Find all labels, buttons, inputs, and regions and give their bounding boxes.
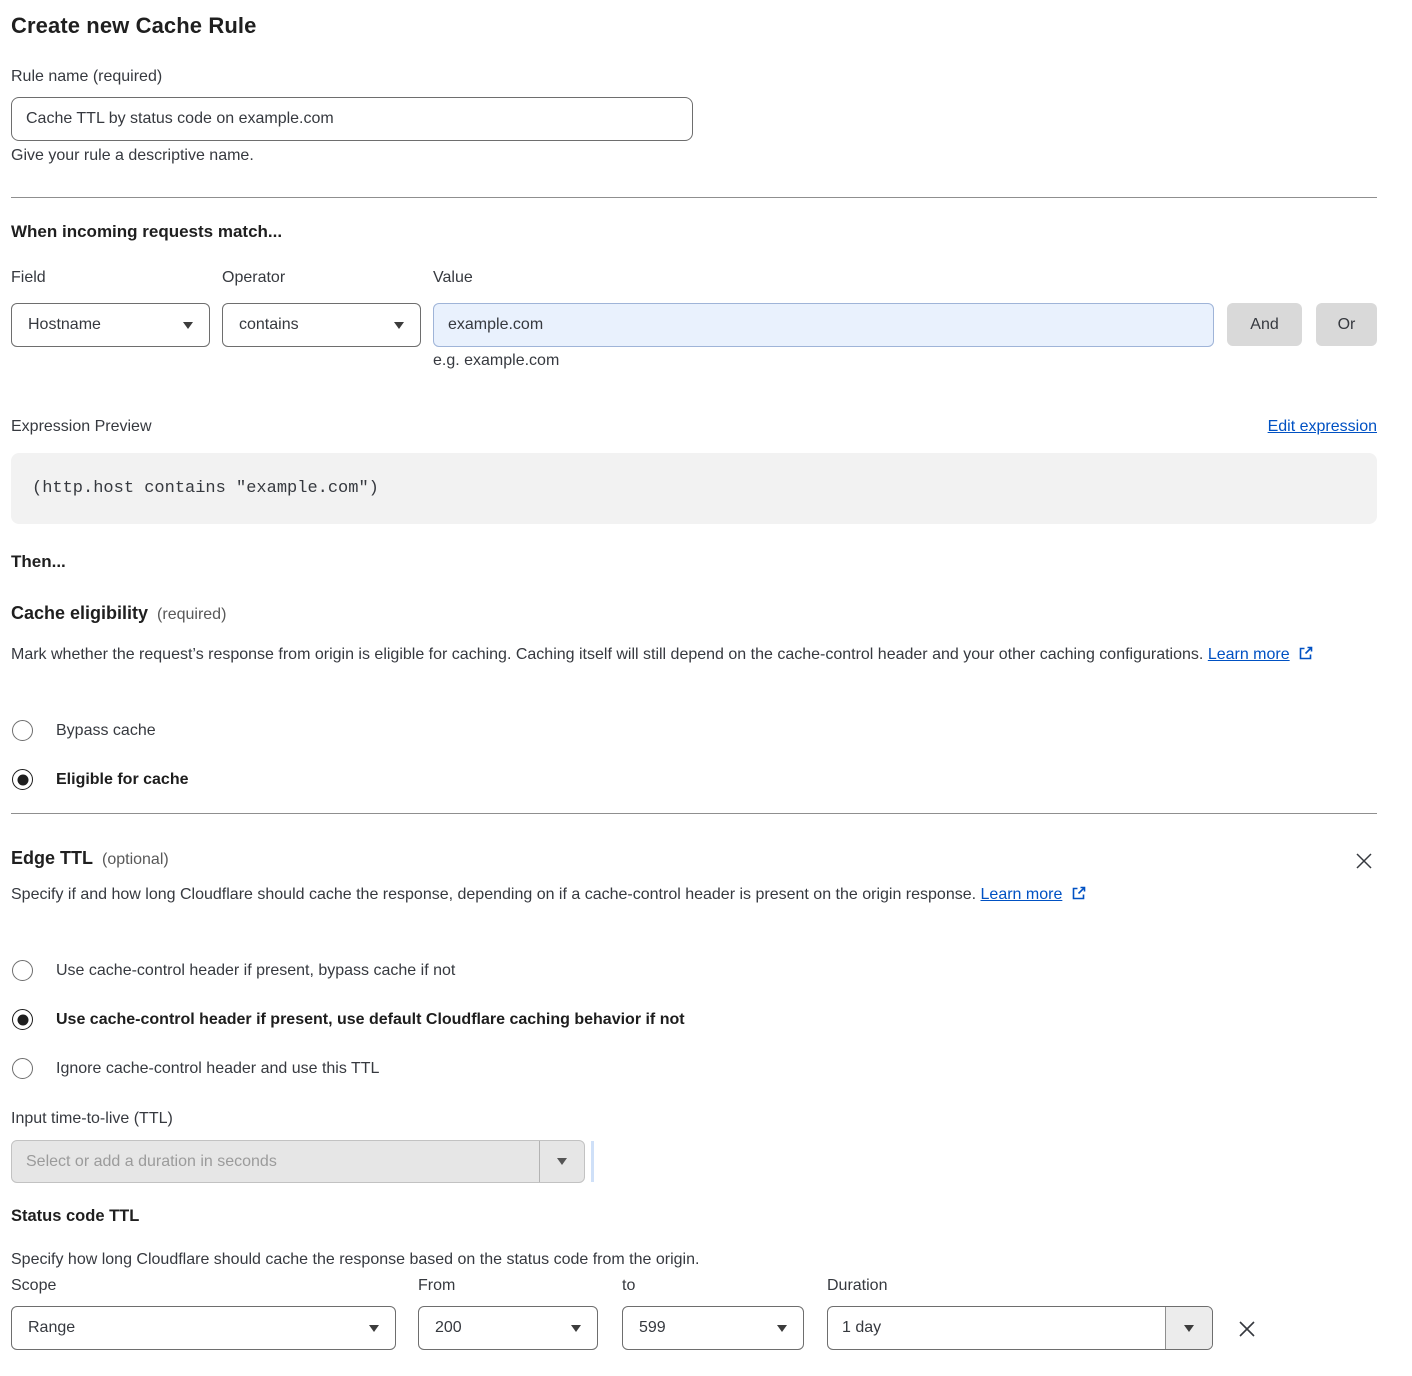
bypass-cache-option[interactable]: Bypass cache: [12, 720, 156, 741]
chevron-down-icon: [557, 1158, 567, 1165]
edge-ttl-learn-more-link[interactable]: Learn more: [981, 886, 1063, 903]
status-code-ttl-heading: Status code TTL: [11, 1207, 139, 1226]
eligible-for-cache-radio[interactable]: [12, 769, 33, 790]
edge-ttl-radio-default[interactable]: [12, 1009, 33, 1030]
cache-eligibility-qualifier: (required): [157, 606, 226, 624]
scope-select-value: Range: [28, 1319, 75, 1337]
expression-code-block: (http.host contains "example.com"): [11, 453, 1377, 524]
chevron-down-icon: [369, 1325, 379, 1332]
chevron-down-icon: [1184, 1325, 1194, 1332]
then-heading: Then...: [11, 552, 66, 572]
rule-name-input[interactable]: [11, 97, 693, 141]
from-select[interactable]: 200: [418, 1306, 598, 1350]
external-link-icon: [1298, 645, 1314, 661]
field-select-value: Hostname: [28, 316, 101, 334]
edge-ttl-description: Specify if and how long Cloudflare shoul…: [11, 881, 1119, 909]
external-link-icon: [1071, 885, 1087, 901]
from-label: From: [418, 1277, 455, 1295]
value-label: Value: [433, 269, 473, 287]
duration-combobox[interactable]: 1 day: [827, 1306, 1213, 1350]
match-heading: When incoming requests match...: [11, 222, 282, 242]
to-label: to: [622, 1277, 635, 1295]
field-label: Field: [11, 269, 46, 287]
expression-preview-label: Expression Preview: [11, 418, 152, 436]
scope-label: Scope: [11, 1277, 56, 1295]
create-cache-rule-form: Create new Cache Rule Rule name (require…: [0, 0, 1412, 1376]
status-code-ttl-description: Specify how long Cloudflare should cache…: [11, 1246, 1351, 1274]
edge-ttl-radio-ignore[interactable]: [12, 1058, 33, 1079]
chevron-down-icon: [571, 1325, 581, 1332]
edge-ttl-option-bypass[interactable]: Use cache-control header if present, byp…: [12, 960, 455, 981]
close-x-icon: [1352, 849, 1376, 873]
remove-status-ttl-row-button[interactable]: [1234, 1316, 1260, 1342]
ttl-duration-select[interactable]: Select or add a duration in seconds: [11, 1140, 585, 1183]
rule-name-help: Give your rule a descriptive name.: [11, 147, 254, 165]
to-select-value: 599: [639, 1319, 666, 1337]
expression-code: (http.host contains "example.com"): [32, 479, 379, 498]
edge-ttl-option-ignore[interactable]: Ignore cache-control header and use this…: [12, 1058, 379, 1079]
edge-ttl-heading: Edge TTL (optional): [11, 848, 169, 869]
edge-ttl-title: Edge TTL: [11, 848, 93, 869]
cache-eligibility-learn-more-link[interactable]: Learn more: [1208, 646, 1290, 663]
scope-select[interactable]: Range: [11, 1306, 396, 1350]
section-divider: [11, 197, 1377, 198]
cache-eligibility-description: Mark whether the request’s response from…: [11, 641, 1349, 669]
duration-dropdown-button[interactable]: [1165, 1307, 1212, 1349]
chevron-down-icon: [777, 1325, 787, 1332]
operator-select[interactable]: contains: [222, 303, 421, 347]
close-x-icon: [1234, 1316, 1260, 1342]
chevron-down-icon: [183, 322, 193, 329]
duration-label: Duration: [827, 1277, 887, 1295]
edge-ttl-close-button[interactable]: [1352, 849, 1376, 873]
eligible-for-cache-option[interactable]: Eligible for cache: [12, 769, 188, 790]
edge-ttl-radio-bypass[interactable]: [12, 960, 33, 981]
ttl-input-label: Input time-to-live (TTL): [11, 1110, 173, 1128]
cache-eligibility-heading: Cache eligibility (required): [11, 603, 226, 624]
from-select-value: 200: [435, 1319, 462, 1337]
field-select[interactable]: Hostname: [11, 303, 210, 347]
to-select[interactable]: 599: [622, 1306, 804, 1350]
bypass-cache-label: Bypass cache: [56, 722, 156, 740]
cache-eligibility-title: Cache eligibility: [11, 603, 148, 624]
bypass-cache-radio[interactable]: [12, 720, 33, 741]
chevron-down-icon: [394, 322, 404, 329]
value-input[interactable]: [433, 303, 1214, 347]
or-button[interactable]: Or: [1316, 303, 1377, 346]
ttl-duration-placeholder: Select or add a duration in seconds: [12, 1153, 277, 1171]
edit-expression-link[interactable]: Edit expression: [1268, 418, 1377, 436]
edge-ttl-option-default[interactable]: Use cache-control header if present, use…: [12, 1009, 685, 1030]
eligible-for-cache-label: Eligible for cache: [56, 771, 188, 789]
section-divider: [11, 813, 1377, 814]
operator-label: Operator: [222, 269, 285, 287]
and-button[interactable]: And: [1227, 303, 1302, 346]
edge-ttl-qualifier: (optional): [102, 851, 169, 869]
duration-value: 1 day: [828, 1319, 881, 1337]
page-title: Create new Cache Rule: [11, 13, 256, 39]
rule-name-label: Rule name (required): [11, 68, 162, 86]
ttl-duration-dropdown-button[interactable]: [539, 1141, 584, 1182]
value-help: e.g. example.com: [433, 352, 559, 370]
focus-sliver: [591, 1141, 594, 1182]
operator-select-value: contains: [239, 316, 299, 334]
